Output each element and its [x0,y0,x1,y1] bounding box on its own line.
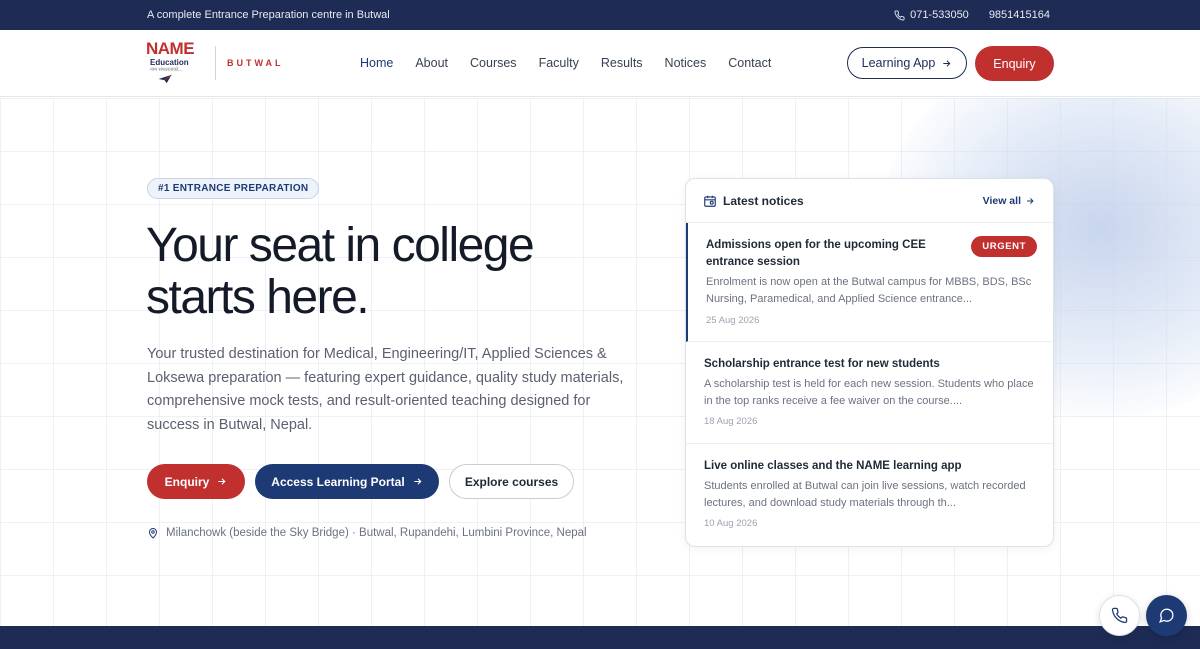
notices-header: Latest notices View all [686,179,1053,223]
notice-title: Scholarship entrance test for new studen… [704,358,940,370]
latest-notices-card: Latest notices View all Admissions open … [685,178,1054,547]
nav-item-contact[interactable]: Contact [728,56,771,70]
top-bar-contacts: 071-533050 9851415164 [894,9,1050,21]
notice-item[interactable]: Scholarship entrance test for new studen… [686,342,1053,444]
map-pin-icon [148,528,158,539]
calendar-icon [704,195,716,207]
chat-bubble-icon [1159,608,1174,623]
enquiry-button[interactable]: Enquiry [975,46,1054,81]
notice-date: 18 Aug 2026 [704,416,758,427]
hero-headline-line1: Your seat in college [146,219,535,272]
nav-item-faculty[interactable]: Faculty [539,56,579,70]
notice-excerpt: A scholarship test is held for each new … [704,378,1034,407]
logo-motto: नाम सफलताको... [150,67,183,73]
hero-enquiry-button[interactable]: Enquiry [147,464,245,499]
urgent-badge: URGENT [971,236,1037,257]
phone-number-secondary[interactable]: 9851415164 [989,9,1050,21]
hero-section: #1 ENTRANCE PREPARATION Your seat in col… [0,98,1200,626]
arrow-right-icon [218,478,226,485]
brand-logo[interactable]: NAME Education नाम सफलताको... [146,40,206,88]
phone-number-primary: 071-533050 [910,9,969,21]
hero-enquiry-label: Enquiry [164,474,210,489]
learning-app-button[interactable]: Learning App [847,47,967,79]
phone-link-primary[interactable]: 071-533050 [894,9,969,21]
hero-headline: Your seat in college starts here. [146,220,616,324]
hero-headline-line2: starts here. [146,271,370,324]
nav-item-about[interactable]: About [415,56,448,70]
learning-portal-button[interactable]: Access Learning Portal [255,464,439,499]
site-header: NAME Education नाम सफलताको... BUTWAL Hom… [0,30,1200,97]
explore-courses-button[interactable]: Explore courses [449,464,574,499]
view-all-notices-link[interactable]: View all [983,195,1035,207]
phone-icon [894,9,905,20]
notice-excerpt: Students enrolled at Butwal can join liv… [704,480,1026,509]
notice-date: 25 Aug 2026 [706,315,760,326]
nav-item-results[interactable]: Results [601,56,643,70]
notice-item[interactable]: Admissions open for the upcoming CEE ent… [686,223,1053,342]
top-bar: A complete Entrance Preparation centre i… [0,0,1200,30]
phone-icon [1111,607,1128,624]
top-bar-tagline: A complete Entrance Preparation centre i… [147,9,390,21]
arrow-right-icon [413,478,422,485]
arrow-right-icon [943,59,951,67]
notice-item[interactable]: Live online classes and the NAME learnin… [686,444,1053,546]
view-all-label: View all [982,195,1021,207]
logo-subtitle: Education [150,58,189,67]
nav-item-courses[interactable]: Courses [470,56,517,70]
notice-title: Admissions open for the upcoming CEE ent… [706,239,926,268]
notices-title: Latest notices [723,194,804,208]
notice-title: Live online classes and the NAME learnin… [704,460,962,472]
campus-location: Milanchowk (beside the Sky Bridge) · But… [147,527,587,539]
notice-date: 10 Aug 2026 [704,518,758,529]
paper-plane-icon [158,74,172,84]
footer-band [0,626,1200,649]
floating-chat-button[interactable] [1146,595,1187,636]
arrow-right-icon [1027,198,1034,204]
logo-wordmark: NAME [146,39,195,58]
main-nav: Home About Courses Faculty Results Notic… [360,56,771,70]
nav-item-notices[interactable]: Notices [665,56,707,70]
logo-divider [215,46,216,80]
notice-excerpt: Enrolment is now open at the Butwal camp… [706,276,1032,305]
campus-address: Milanchowk (beside the Sky Bridge) · But… [166,527,587,539]
hero-cta-row: Enquiry Access Learning Portal Explore c… [147,464,574,499]
floating-call-button[interactable] [1099,595,1140,636]
hero-badge: #1 ENTRANCE PREPARATION [147,178,320,199]
learning-app-label: Learning App [861,56,936,70]
hero-description: Your trusted destination for Medical, En… [147,346,624,433]
learning-portal-label: Access Learning Portal [271,474,405,489]
branch-label: BUTWAL [227,58,284,68]
nav-item-home[interactable]: Home [360,56,393,70]
